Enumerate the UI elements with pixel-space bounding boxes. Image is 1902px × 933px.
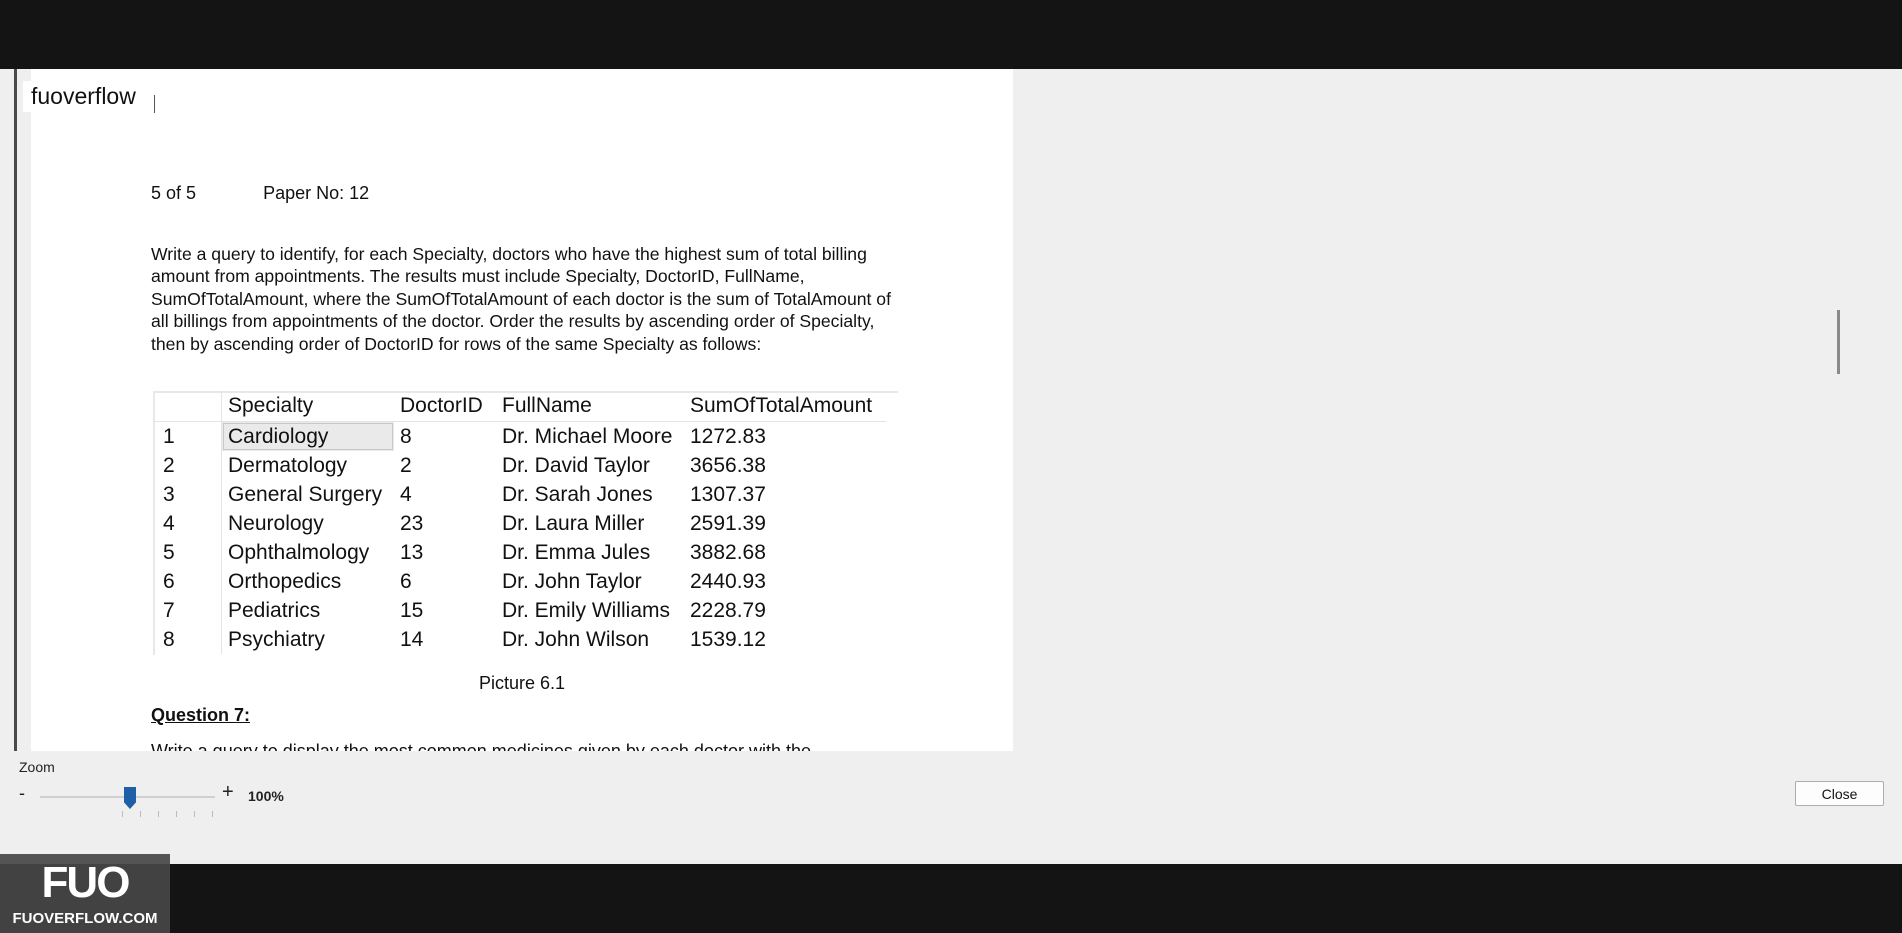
sumoftotalamount-cell[interactable]: 1539.12	[684, 625, 886, 654]
table-row[interactable]: 2 Dermatology 2 Dr. David Taylor 3656.38	[153, 451, 886, 480]
fullname-cell[interactable]: Dr. Laura Miller	[496, 509, 684, 538]
sumoftotalamount-cell[interactable]: 2228.79	[684, 596, 886, 625]
table-row[interactable]: 7 Pediatrics 15 Dr. Emily Williams 2228.79	[153, 596, 886, 625]
document-page: fuoverflow 5 of 5 Paper No: 12 Write a q…	[23, 69, 1013, 751]
zoom-slider-thumb[interactable]	[124, 787, 136, 809]
specialty-cell[interactable]: Neurology	[222, 509, 395, 538]
row-number-cell[interactable]: 8	[153, 625, 222, 654]
scrollbar-thumb[interactable]	[1837, 310, 1840, 374]
page-counter: 5 of 5	[151, 183, 197, 203]
doctorid-cell[interactable]: 13	[394, 538, 496, 567]
sumoftotalamount-cell[interactable]: 2591.39	[684, 509, 886, 538]
fullname-cell[interactable]: Dr. Sarah Jones	[496, 480, 684, 509]
question-text-partial: Write a query to display the most common…	[151, 741, 811, 751]
doctorid-cell[interactable]: 15	[394, 596, 496, 625]
specialty-cell[interactable]: Pediatrics	[222, 596, 395, 625]
doctorid-cell[interactable]: 8	[394, 422, 496, 452]
sumoftotalamount-cell[interactable]: 3656.38	[684, 451, 886, 480]
table-row[interactable]: 6 Orthopedics 6 Dr. John Taylor 2440.93	[153, 567, 886, 596]
doctorid-cell[interactable]: 14	[394, 625, 496, 654]
sumoftotalamount-cell[interactable]: 2440.93	[684, 567, 886, 596]
zoom-value: 100%	[248, 788, 284, 804]
table-row[interactable]: 5 Ophthalmology 13 Dr. Emma Jules 3882.68	[153, 538, 886, 567]
result-table: Specialty DoctorID FullName SumOfTotalAm…	[153, 391, 886, 654]
row-number-cell[interactable]: 3	[153, 480, 222, 509]
zoom-label: Zoom	[19, 759, 55, 775]
sumoftotalamount-cell[interactable]: 1272.83	[684, 422, 886, 452]
column-header-fullname: FullName	[496, 391, 684, 422]
fullname-cell[interactable]: Dr. John Wilson	[496, 625, 684, 654]
zoom-slider-ticks	[122, 811, 222, 817]
specialty-cell[interactable]: Orthopedics	[222, 567, 395, 596]
specialty-cell[interactable]: Psychiatry	[222, 625, 395, 654]
sumoftotalamount-cell[interactable]: 1307.37	[684, 480, 886, 509]
row-number-header	[153, 391, 222, 422]
document-name: fuoverflow	[23, 81, 144, 112]
column-header-specialty: Specialty	[221, 391, 394, 422]
doctorid-cell[interactable]: 23	[394, 509, 496, 538]
column-header-doctorid: DoctorID	[394, 391, 496, 422]
watermark-logo: FUO	[41, 858, 131, 907]
specialty-cell[interactable]: Ophthalmology	[222, 538, 395, 567]
fullname-cell[interactable]: Dr. Michael Moore	[496, 422, 684, 452]
watermark-text: FUOVERFLOW.COM	[12, 910, 158, 927]
fullname-cell[interactable]: Dr. Emma Jules	[496, 538, 684, 567]
specialty-cell[interactable]: Dermatology	[222, 451, 395, 480]
page-header: 5 of 5 Paper No: 12	[151, 183, 369, 204]
table-row[interactable]: 1 Cardiology 8 Dr. Michael Moore 1272.83	[153, 421, 886, 452]
picture-caption: Picture 6.1	[478, 673, 566, 693]
table-row[interactable]: 4 Neurology 23 Dr. Laura Miller 2591.39	[153, 509, 886, 538]
row-number-cell[interactable]: 5	[153, 538, 222, 567]
zoom-in-button[interactable]: +	[222, 781, 234, 804]
vertical-scrollbar[interactable]	[1830, 69, 1866, 751]
close-button[interactable]: Close	[1795, 781, 1884, 806]
row-number-cell[interactable]: 2	[153, 451, 222, 480]
row-number-cell[interactable]: 4	[153, 509, 222, 538]
question-heading: Question 7:	[151, 705, 251, 725]
row-number-cell[interactable]: 1	[153, 421, 222, 451]
paper-number: Paper No: 12	[263, 183, 370, 203]
question-text: Write a query to identify, for each Spec…	[151, 244, 891, 354]
fullname-cell[interactable]: Dr. John Taylor	[496, 567, 684, 596]
row-number-cell[interactable]: 7	[153, 596, 222, 625]
watermark: FUO FUOVERFLOW.COM	[0, 854, 170, 933]
text-caret	[154, 95, 155, 113]
doctorid-cell[interactable]: 6	[394, 567, 496, 596]
specialty-cell[interactable]: Cardiology	[221, 421, 394, 451]
doctorid-cell[interactable]: 4	[394, 480, 496, 509]
fullname-cell[interactable]: Dr. Emily Williams	[496, 596, 684, 625]
table-row[interactable]: 8 Psychiatry 14 Dr. John Wilson 1539.12	[153, 625, 886, 654]
document-viewer-window: fuoverflow 5 of 5 Paper No: 12 Write a q…	[0, 69, 1902, 933]
specialty-cell[interactable]: General Surgery	[222, 480, 395, 509]
row-number-cell[interactable]: 6	[153, 567, 222, 596]
sumoftotalamount-cell[interactable]: 3882.68	[684, 538, 886, 567]
column-header-sumoftotalamount: SumOfTotalAmount	[684, 391, 886, 422]
document-viewport[interactable]: fuoverflow 5 of 5 Paper No: 12 Write a q…	[17, 69, 1866, 751]
fullname-cell[interactable]: Dr. David Taylor	[496, 451, 684, 480]
table-header-row: Specialty DoctorID FullName SumOfTotalAm…	[153, 391, 886, 422]
zoom-out-button[interactable]: -	[19, 783, 25, 804]
table-row[interactable]: 3 General Surgery 4 Dr. Sarah Jones 1307.37	[153, 480, 886, 509]
doctorid-cell[interactable]: 2	[394, 451, 496, 480]
